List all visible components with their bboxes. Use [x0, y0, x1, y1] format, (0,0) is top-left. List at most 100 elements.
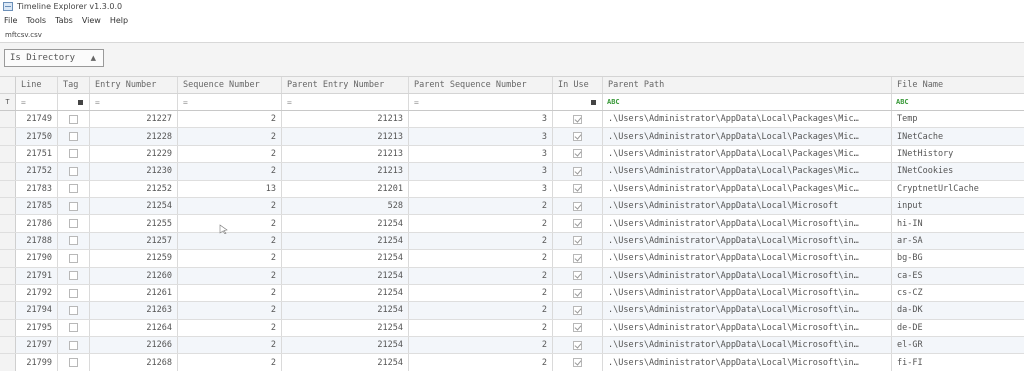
cell-in-use[interactable] — [553, 197, 603, 215]
row-selector[interactable] — [0, 197, 16, 215]
cell-tag[interactable] — [58, 180, 90, 197]
cell-tag[interactable] — [58, 145, 90, 163]
in-use-checkbox[interactable] — [573, 149, 582, 159]
in-use-checkbox[interactable] — [573, 323, 582, 333]
in-use-checkbox[interactable] — [573, 288, 582, 298]
row-selector[interactable] — [0, 145, 16, 163]
table-row[interactable]: 21783 21252 13 21201 3 .\Users\Administrator\… — [0, 180, 1024, 198]
cell-in-use[interactable] — [553, 128, 603, 145]
cell-tag[interactable] — [58, 215, 90, 232]
row-selector[interactable] — [0, 302, 16, 319]
cell-in-use[interactable] — [553, 354, 603, 371]
in-use-checkbox[interactable] — [573, 340, 582, 350]
tag-checkbox[interactable] — [69, 236, 78, 246]
cell-tag[interactable] — [58, 111, 90, 128]
col-header-sequence-number[interactable]: Sequence Number — [178, 77, 282, 93]
tag-checkbox[interactable] — [69, 340, 78, 350]
in-use-checkbox[interactable] — [573, 184, 582, 194]
table-row[interactable]: 21750 21228 2 21213 3 .\Users\Administrator\A… — [0, 128, 1024, 146]
cell-tag[interactable] — [58, 284, 90, 302]
filter-parent-path[interactable]: ABC — [603, 94, 892, 110]
filter-entry-number[interactable]: = — [90, 94, 178, 110]
tag-checkbox[interactable] — [69, 288, 78, 298]
cell-tag[interactable] — [58, 302, 90, 319]
col-header-line[interactable]: Line — [16, 77, 58, 93]
row-selector[interactable] — [0, 319, 16, 337]
table-row[interactable]: 21791 21260 2 21254 2 .\Users\Administrator\A… — [0, 267, 1024, 285]
table-row[interactable]: 21786 21255 2 21254 2 .\Users\Administrator\A… — [0, 215, 1024, 233]
row-selector[interactable] — [0, 337, 16, 354]
col-header-file-name[interactable]: File Name — [892, 77, 1024, 93]
cell-in-use[interactable] — [553, 250, 603, 267]
menu-file[interactable]: File — [4, 16, 17, 25]
cell-in-use[interactable] — [553, 180, 603, 197]
cell-in-use[interactable] — [553, 163, 603, 180]
col-header-parent-sequence-number[interactable]: Parent Sequence Number — [409, 77, 553, 93]
cell-in-use[interactable] — [553, 215, 603, 232]
tag-checkbox[interactable] — [69, 184, 78, 194]
in-use-checkbox[interactable] — [573, 253, 582, 263]
tag-checkbox[interactable] — [69, 149, 78, 159]
filter-file-name[interactable]: ABC — [892, 94, 1024, 110]
cell-tag[interactable] — [58, 250, 90, 267]
cell-tag[interactable] — [58, 354, 90, 371]
table-row[interactable]: 21794 21263 2 21254 2 .\Users\Administrator\A… — [0, 302, 1024, 320]
row-selector[interactable] — [0, 128, 16, 145]
tag-checkbox[interactable] — [69, 166, 78, 176]
in-use-checkbox[interactable] — [573, 114, 582, 124]
table-row[interactable]: 21788 21257 2 21254 2 .\Users\Administrator\A… — [0, 232, 1024, 251]
row-selector[interactable] — [0, 111, 16, 128]
row-selector[interactable] — [0, 250, 16, 267]
in-use-checkbox[interactable] — [573, 132, 582, 142]
menu-help[interactable]: Help — [110, 16, 128, 25]
col-header-in-use[interactable]: In Use — [553, 77, 603, 93]
filter-line[interactable]: = — [16, 94, 58, 110]
table-row[interactable]: 21785 21254 2 528 2 .\Users\Administrator\App… — [0, 197, 1024, 216]
row-selector[interactable] — [0, 354, 16, 371]
table-row[interactable]: 21790 21259 2 21254 2 .\Users\Administrator\A… — [0, 250, 1024, 268]
cell-in-use[interactable] — [553, 337, 603, 354]
tag-checkbox[interactable] — [69, 323, 78, 333]
tag-checkbox[interactable] — [69, 271, 78, 281]
table-row[interactable]: 21799 21268 2 21254 2 .\Users\Administrator\A… — [0, 354, 1024, 371]
filter-sequence-number[interactable]: = — [178, 94, 282, 110]
cell-tag[interactable] — [58, 163, 90, 180]
cell-in-use[interactable] — [553, 319, 603, 337]
row-selector[interactable] — [0, 267, 16, 284]
col-header-entry-number[interactable]: Entry Number — [90, 77, 178, 93]
table-row[interactable]: 21792 21261 2 21254 2 .\Users\Administrator\A… — [0, 284, 1024, 303]
table-row[interactable]: 21751 21229 2 21213 3 .\Users\Administrator\A… — [0, 145, 1024, 164]
cell-tag[interactable] — [58, 319, 90, 337]
in-use-checkbox[interactable] — [573, 358, 582, 368]
cell-in-use[interactable] — [553, 111, 603, 128]
in-use-checkbox[interactable] — [573, 219, 582, 229]
in-use-checkbox[interactable] — [573, 201, 582, 211]
table-row[interactable]: 21795 21264 2 21254 2 .\Users\Administrator\A… — [0, 319, 1024, 338]
in-use-checkbox[interactable] — [573, 305, 582, 315]
cell-in-use[interactable] — [553, 302, 603, 319]
row-selector[interactable] — [0, 180, 16, 197]
filter-checkbox-icon[interactable] — [591, 99, 596, 105]
cell-tag[interactable] — [58, 267, 90, 284]
cell-tag[interactable] — [58, 337, 90, 354]
row-selector[interactable] — [0, 284, 16, 302]
in-use-checkbox[interactable] — [573, 166, 582, 176]
cell-tag[interactable] — [58, 128, 90, 145]
filter-in-use[interactable] — [553, 94, 603, 110]
cell-tag[interactable] — [58, 232, 90, 250]
tab-file[interactable]: mftcsv.csv — [5, 31, 42, 39]
tag-checkbox[interactable] — [69, 305, 78, 315]
cell-tag[interactable] — [58, 197, 90, 215]
tag-checkbox[interactable] — [69, 114, 78, 124]
cell-in-use[interactable] — [553, 284, 603, 302]
tag-checkbox[interactable] — [69, 219, 78, 229]
tag-checkbox[interactable] — [69, 132, 78, 142]
tag-checkbox[interactable] — [69, 253, 78, 263]
col-header-tag[interactable]: Tag — [58, 77, 90, 93]
table-row[interactable]: 21752 21230 2 21213 3 .\Users\Administrator\A… — [0, 163, 1024, 181]
cell-in-use[interactable] — [553, 145, 603, 163]
tag-checkbox[interactable] — [69, 201, 78, 211]
table-row[interactable]: 21797 21266 2 21254 2 .\Users\Administrator\A… — [0, 337, 1024, 355]
row-selector[interactable] — [0, 163, 16, 180]
row-selector[interactable] — [0, 232, 16, 250]
